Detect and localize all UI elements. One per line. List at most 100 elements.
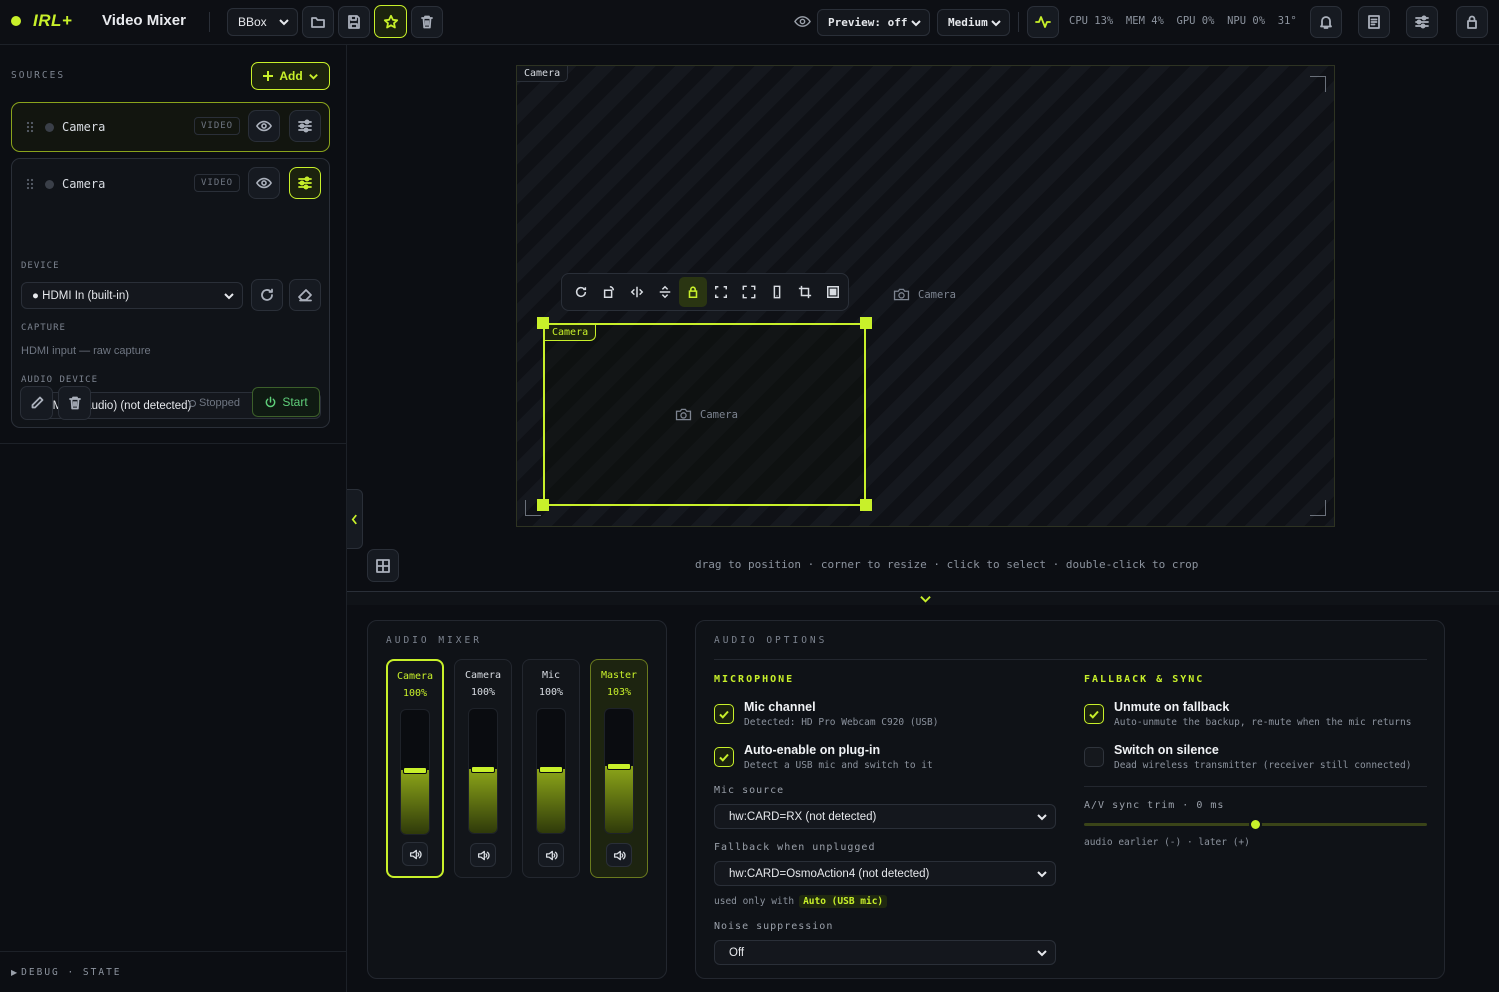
status-dot [11, 16, 21, 26]
drag-handle-icon[interactable] [26, 178, 34, 190]
flip-horizontal-button[interactable] [623, 278, 651, 306]
preview-select[interactable]: Preview: off [817, 9, 930, 36]
mute-button[interactable] [606, 843, 632, 867]
capture-label: CAPTURE [21, 323, 66, 333]
fill-button[interactable] [735, 278, 763, 306]
lock-transform-button[interactable] [679, 277, 707, 307]
unmute-fallback-checkbox[interactable] [1084, 704, 1104, 724]
notifications-button[interactable] [1310, 6, 1342, 38]
edit-source-button[interactable] [20, 386, 53, 420]
source-status-dot [45, 180, 54, 189]
visibility-button[interactable] [248, 110, 280, 142]
temp-stat: 31° [1277, 15, 1297, 27]
volume-fader[interactable] [400, 709, 430, 835]
chevron-down-icon [224, 292, 234, 299]
channel-level: 100% [538, 687, 564, 698]
debug-state-toggle[interactable]: ▶ DEBUG · STATE [11, 967, 122, 978]
trash-icon [68, 396, 81, 410]
document-icon [1368, 15, 1380, 29]
channel-name: Mic [541, 670, 561, 681]
save-button[interactable] [338, 6, 370, 38]
resize-handle-bottom-left[interactable] [537, 499, 549, 511]
visibility-button[interactable] [248, 167, 280, 199]
mute-button[interactable] [538, 843, 564, 867]
crop-icon [798, 285, 812, 299]
favorite-button[interactable] [374, 5, 407, 38]
drag-handle-icon[interactable] [26, 121, 34, 133]
fit-button[interactable] [707, 278, 735, 306]
channel-strip[interactable]: Camera 100% [386, 659, 444, 878]
av-sync-slider[interactable] [1084, 817, 1427, 833]
start-source-button[interactable]: Start [252, 387, 320, 417]
mic-channel-checkbox[interactable] [714, 704, 734, 724]
fallback-select[interactable]: hw:CARD=OsmoAction4 (not detected) [714, 861, 1056, 886]
collapse-sidebar-button[interactable] [347, 489, 363, 549]
delete-source-button[interactable] [58, 386, 91, 420]
log-button[interactable] [1358, 6, 1390, 38]
mic-source-select[interactable]: hw:CARD=RX (not detected) [714, 804, 1056, 829]
eraser-button[interactable] [289, 279, 321, 311]
source-item[interactable]: Camera VIDEO [11, 102, 330, 152]
check-icon [719, 753, 729, 762]
slider-thumb[interactable] [1249, 818, 1262, 831]
switch-silence-checkbox[interactable] [1084, 747, 1104, 767]
audio-mixer-title: AUDIO MIXER [386, 635, 482, 646]
resize-handle-top-left[interactable] [537, 317, 549, 329]
source-settings-button[interactable] [289, 167, 321, 199]
lock-button[interactable] [1456, 6, 1488, 38]
transform-toolbar [561, 273, 849, 311]
volume-fader[interactable] [468, 708, 498, 834]
volume-fader[interactable] [536, 708, 566, 834]
mute-button[interactable] [470, 843, 496, 867]
open-folder-button[interactable] [302, 6, 334, 38]
fallback-value: hw:CARD=OsmoAction4 (not detected) [729, 867, 930, 880]
channel-level: 100% [470, 687, 496, 698]
source-settings-button[interactable] [289, 110, 321, 142]
fader-knob[interactable] [607, 763, 631, 771]
caret-right-icon: ▶ [11, 968, 18, 977]
chevron-down-icon [308, 73, 318, 80]
camera-placeholder-label: Camera [700, 408, 738, 421]
switch-silence-title: Switch on silence [1114, 743, 1219, 757]
scene-select[interactable]: BBox [227, 8, 298, 36]
channel-strip[interactable]: Mic 100% [522, 659, 580, 878]
fader-fill [401, 769, 429, 834]
device-select[interactable]: ● HDMI In (built-in) [21, 282, 243, 309]
master-channel-strip[interactable]: Master 103% [590, 659, 648, 878]
selected-source-box[interactable]: Camera Camera [543, 323, 866, 506]
used-only-badge: Auto (USB mic) [799, 895, 888, 908]
crop-button[interactable] [791, 278, 819, 306]
delete-scene-button[interactable] [411, 6, 443, 38]
audio-mixer-panel: AUDIO MIXER Camera 100% Camera 100% Mic 100% M… [367, 620, 667, 979]
volume-fader[interactable] [604, 708, 634, 834]
rotate-source-button[interactable] [595, 278, 623, 306]
mute-button[interactable] [402, 842, 428, 866]
refresh-device-button[interactable] [251, 279, 283, 311]
scene-canvas[interactable]: Camera Camera Camera Camera [516, 65, 1335, 527]
add-source-button[interactable]: Add [251, 62, 330, 90]
phone-icon [773, 285, 781, 299]
source-status: Stopped [189, 397, 240, 409]
grid-toggle-button[interactable] [367, 549, 399, 582]
portrait-button[interactable] [763, 278, 791, 306]
auto-enable-checkbox[interactable] [714, 747, 734, 767]
performance-button[interactable] [1027, 6, 1059, 38]
settings-button[interactable] [1406, 6, 1438, 38]
debug-state-label: DEBUG · STATE [21, 967, 122, 978]
power-icon [265, 396, 276, 407]
center-button[interactable] [819, 278, 847, 306]
corner-mark [1310, 500, 1326, 516]
reset-transform-button[interactable] [567, 278, 595, 306]
resize-handle-top-right[interactable] [860, 317, 872, 329]
flip-vertical-button[interactable] [651, 278, 679, 306]
fader-knob[interactable] [403, 766, 427, 774]
app-title: Video Mixer [102, 12, 186, 29]
chevron-down-icon [279, 19, 289, 26]
fader-knob[interactable] [539, 765, 563, 773]
fader-knob[interactable] [471, 765, 495, 773]
resize-handle-bottom-right[interactable] [860, 499, 872, 511]
channel-strip[interactable]: Camera 100% [454, 659, 512, 878]
noise-suppression-select[interactable]: Off [714, 940, 1056, 965]
quality-select[interactable]: Medium [937, 9, 1010, 36]
panel-splitter[interactable] [347, 591, 1499, 605]
